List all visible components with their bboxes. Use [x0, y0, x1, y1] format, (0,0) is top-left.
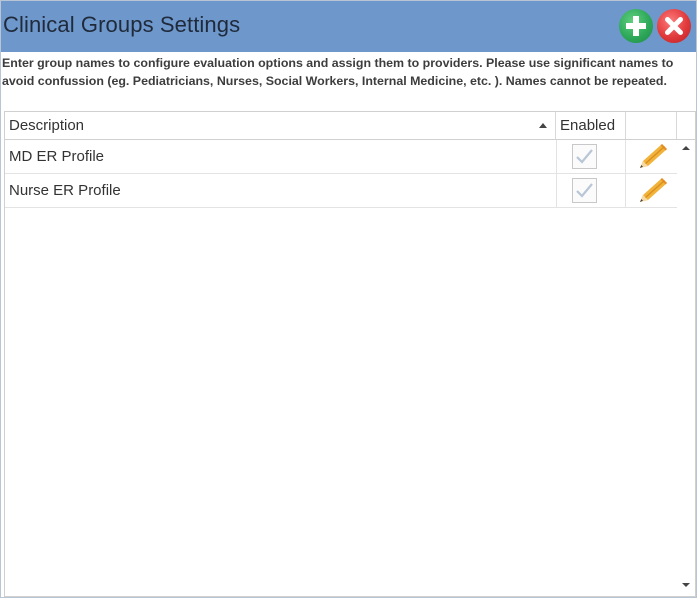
- close-button[interactable]: [657, 9, 691, 43]
- checkmark-icon: [573, 149, 596, 172]
- title-bar: Clinical Groups Settings: [1, 1, 696, 52]
- scroll-up-arrow-icon[interactable]: [682, 146, 690, 150]
- row-description: Nurse ER Profile: [9, 182, 121, 199]
- column-header-description-label: Description: [9, 117, 85, 134]
- enabled-checkbox[interactable]: [572, 144, 597, 169]
- enabled-checkbox[interactable]: [572, 178, 597, 203]
- table-row[interactable]: Nurse ER Profile: [5, 174, 677, 208]
- column-header-scroll-spacer: [677, 112, 695, 139]
- sort-ascending-icon: [539, 123, 547, 128]
- checkmark-icon: [573, 183, 596, 206]
- row-description: MD ER Profile: [9, 148, 105, 165]
- table-row[interactable]: MD ER Profile: [5, 140, 677, 174]
- groups-grid: Description Enabled MD ER Profile Nurse …: [4, 111, 696, 597]
- row-enabled-cell: [556, 140, 626, 174]
- add-group-button[interactable]: [619, 9, 653, 43]
- column-header-description[interactable]: Description: [5, 112, 556, 139]
- instructions-text: Enter group names to configure evaluatio…: [2, 56, 674, 88]
- column-header-edit: [626, 112, 677, 139]
- clinical-groups-window: Clinical Groups Settings Enter group nam…: [0, 0, 697, 598]
- scroll-down-arrow-icon[interactable]: [682, 583, 690, 587]
- edit-row-button[interactable]: [626, 140, 677, 174]
- row-enabled-cell: [556, 174, 626, 208]
- window-title: Clinical Groups Settings: [3, 12, 241, 37]
- edit-row-button[interactable]: [626, 174, 677, 208]
- pencil-icon: [626, 178, 677, 212]
- grid-header: Description Enabled: [5, 112, 695, 140]
- vertical-scrollbar[interactable]: [677, 140, 695, 596]
- column-header-enabled-label: Enabled: [560, 117, 616, 134]
- column-header-enabled[interactable]: Enabled: [556, 112, 626, 139]
